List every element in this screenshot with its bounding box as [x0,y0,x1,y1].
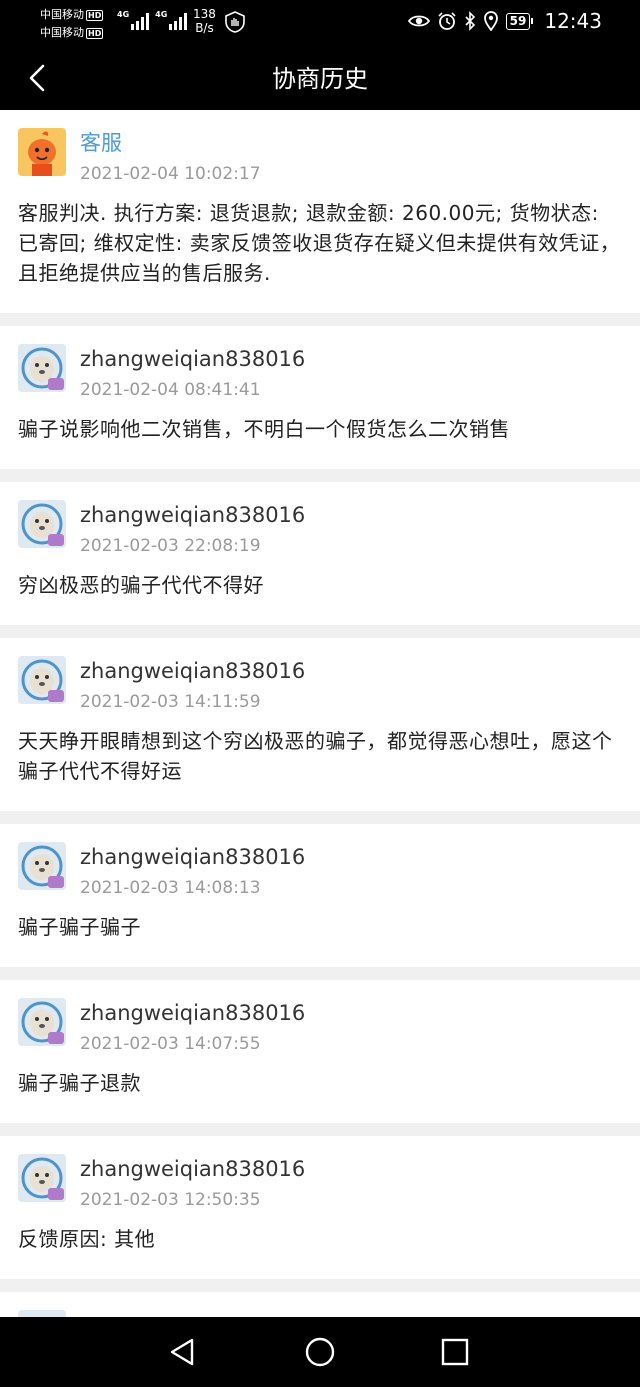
message-time: 2021-02-03 12:50:35 [80,1190,261,1210]
signal-icon: 4G [117,10,150,30]
signal-icon: 4G [155,10,188,30]
message-card: zhangweiqian838016 2021-02-03 22:08:19 穷… [0,482,640,625]
message-time: 2021-02-03 14:08:13 [80,878,261,898]
message-text: 天天睁开眼睛想到这个穷凶极恶的骗子，都觉得恶心想吐，愿这个骗子代代不得好运 [18,729,613,783]
user-avatar [18,998,66,1046]
battery-indicator: 59 [505,12,534,30]
user-avatar [18,500,66,548]
sender-name: zhangweiqian838016 [80,347,306,371]
sender-name: 客服 [80,131,122,155]
message-time: 2021-02-03 14:07:55 [80,1034,261,1054]
carrier-info: 中国移动 HD 中国移动 HD [40,6,104,42]
carrier-1: 中国移动 [40,8,84,21]
network-label: 4G [117,10,130,19]
message-text: 反馈原因: 其他 [18,1227,156,1251]
hd-badge: HD [86,28,104,39]
network-speed: 138 B/s [193,7,216,35]
hd-badge: HD [86,10,104,21]
clock: 12:43 [544,9,602,33]
eye-icon [407,15,430,27]
message-card: zhangweiqian838016 2021-02-03 12:50:35 反… [0,1136,640,1279]
message-text: 骗子说影响他二次销售，不明白一个假货怎么二次销售 [18,417,510,441]
bluetooth-icon [465,11,475,31]
user-avatar [18,344,66,392]
customer-service-avatar [18,128,66,176]
circle-home-icon[interactable] [303,1335,337,1369]
message-card: zhangweiqian838016 2021-02-04 08:41:41 骗… [0,326,640,469]
network-label: 4G [155,10,168,19]
message-card: zhangweiqian838016 2021-02-03 14:08:13 骗… [0,824,640,967]
message-text: 客服判决. 执行方案: 退货退款; 退款金额: 260.00元; 货物状态: 已… [18,201,621,285]
sender-name: zhangweiqian838016 [80,503,306,527]
system-nav-bar [0,1317,640,1387]
message-time: 2021-02-03 14:11:59 [80,692,261,712]
user-avatar [18,842,66,890]
message-time: 2021-02-04 08:41:41 [80,380,261,400]
user-avatar [18,1154,66,1202]
location-icon [483,11,498,31]
message-text: 骗子骗子退款 [18,1071,141,1095]
user-avatar [18,656,66,704]
message-card: 客服 2021-02-04 10:02:17 客服判决. 执行方案: 退货退款;… [0,110,640,313]
speed-unit: B/s [195,21,214,35]
message-time: 2021-02-03 22:08:19 [80,536,261,556]
square-recent-icon[interactable] [438,1335,472,1369]
status-right: 59 12:43 [407,9,602,33]
shield-icon [225,11,245,33]
message-list[interactable]: 客服 2021-02-04 10:02:17 客服判决. 执行方案: 退货退款;… [0,110,640,1317]
page-title: 协商历史 [272,65,368,93]
message-card [0,1292,640,1317]
alarm-icon [438,12,456,30]
sender-name: zhangweiqian838016 [80,659,306,683]
app-header: 协商历史 [0,46,640,110]
user-avatar [18,1310,66,1317]
status-bar: 中国移动 HD 中国移动 HD 4G 4G 138 B/s 59 12:43 [0,0,640,46]
message-card: zhangweiqian838016 2021-02-03 14:11:59 天… [0,638,640,811]
message-text: 骗子骗子骗子 [18,915,141,939]
message-time: 2021-02-04 10:02:17 [80,164,261,184]
signal-icons: 4G 4G [117,10,188,30]
carrier-2: 中国移动 [40,26,84,39]
sender-name: zhangweiqian838016 [80,1001,306,1025]
sender-name: zhangweiqian838016 [80,845,306,869]
message-text: 穷凶极恶的骗子代代不得好 [18,573,264,597]
speed-value: 138 [193,7,216,21]
sender-name: zhangweiqian838016 [80,1157,306,1181]
message-card: zhangweiqian838016 2021-02-03 14:07:55 骗… [0,980,640,1123]
battery-level: 59 [505,12,531,30]
triangle-back-icon[interactable] [166,1335,200,1369]
